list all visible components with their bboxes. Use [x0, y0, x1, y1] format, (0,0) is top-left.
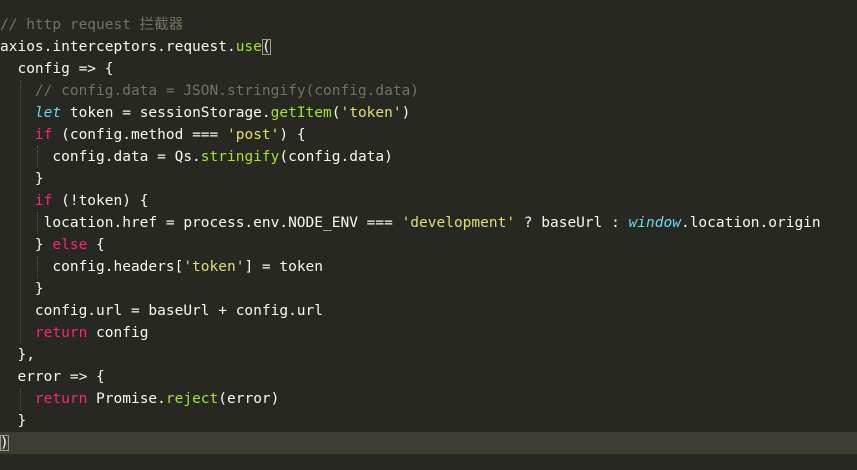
code-line[interactable]: config => { — [0, 58, 857, 80]
code-token-text: config — [87, 325, 149, 341]
code-token-text: location.href = process.env.NODE_ENV === — [0, 215, 402, 231]
code-token-fn: reject — [165, 391, 219, 407]
code-token-text: } — [0, 281, 44, 297]
code-line[interactable]: config.data = Qs.stringify(config.data) — [0, 146, 857, 168]
code-token-text: Promise. — [87, 391, 166, 407]
code-line[interactable]: let token = sessionStorage.getItem('toke… — [0, 102, 857, 124]
code-line[interactable]: }, — [0, 344, 857, 366]
code-token-keyword: else — [52, 237, 88, 253]
code-line[interactable]: error => { — [0, 366, 857, 388]
code-line[interactable]: axios.interceptors.request.use( — [0, 36, 857, 58]
code-token-text: ) — [401, 105, 411, 121]
code-token-keyword: if — [34, 193, 53, 209]
code-token-bracket: ( — [261, 39, 271, 55]
code-token-text: config.headers[ — [0, 259, 184, 275]
code-token-text: (config.method === — [52, 127, 227, 143]
code-line[interactable]: } — [0, 168, 857, 190]
code-line[interactable]: location.href = process.env.NODE_ENV ===… — [0, 212, 857, 234]
code-line-active[interactable]: ) — [0, 432, 857, 454]
code-token-text: axios.interceptors.request. — [0, 39, 236, 55]
indent-guide — [36, 256, 38, 278]
code-token-fn: stringify — [200, 149, 280, 165]
code-line[interactable]: config.headers['token'] = token — [0, 256, 857, 278]
code-token-text: config.url = baseUrl + config.url — [0, 303, 324, 319]
code-line[interactable]: if (!token) { — [0, 190, 857, 212]
code-token-text: (error) — [218, 391, 280, 407]
code-token-text: config.data = Qs. — [0, 149, 201, 165]
code-line[interactable]: return config — [0, 322, 857, 344]
code-token-fn: getItem — [270, 105, 332, 121]
code-line[interactable]: } else { — [0, 234, 857, 256]
code-line[interactable]: } — [0, 410, 857, 432]
code-line[interactable]: return Promise.reject(error) — [0, 388, 857, 410]
code-line[interactable]: config.url = baseUrl + config.url — [0, 300, 857, 322]
code-token-text: config => { — [0, 61, 114, 77]
code-token-text: ) { — [279, 127, 306, 143]
code-token-text: (!token) { — [52, 193, 149, 209]
code-line[interactable]: if (config.method === 'post') { — [0, 124, 857, 146]
code-token-string: 'token' — [183, 259, 245, 275]
code-line[interactable]: } — [0, 278, 857, 300]
code-editor[interactable]: // http request 拦截器 axios.interceptors.re… — [0, 14, 857, 470]
code-token-text: (config.data) — [279, 149, 393, 165]
code-token-text: } — [0, 413, 27, 429]
code-token-string: 'token' — [340, 105, 402, 121]
code-token-italic: window — [628, 215, 681, 231]
code-token-comment: // http request 拦截器 — [0, 17, 184, 33]
code-token-text: .location.origin — [680, 215, 821, 231]
code-token-keyword: return — [34, 391, 88, 407]
indent-guide — [19, 388, 21, 410]
code-token-text: } — [0, 237, 53, 253]
code-token-string: 'development' — [401, 215, 516, 231]
code-token-italic: let — [34, 105, 62, 121]
code-token-text: } — [0, 171, 44, 187]
code-token-bracket: ) — [0, 435, 9, 451]
code-token-text: error => { — [0, 369, 105, 385]
code-line[interactable]: // config.data = JSON.stringify(config.d… — [0, 80, 857, 102]
code-token-keyword: return — [34, 325, 88, 341]
indent-guide — [19, 80, 21, 344]
code-token-comment: // config.data = JSON.stringify(config.d… — [34, 83, 420, 99]
code-token-text: ] = token — [244, 259, 324, 275]
code-line[interactable]: // http request 拦截器 — [0, 14, 857, 36]
code-token-text: }, — [0, 347, 35, 363]
indent-guide — [36, 146, 38, 168]
code-token-keyword: if — [34, 127, 53, 143]
code-token-string: 'post' — [227, 127, 280, 143]
code-token-text: ? baseUrl : — [515, 215, 629, 231]
indent-guide — [36, 212, 38, 234]
code-token-fn: use — [235, 39, 262, 55]
code-token-text: token = sessionStorage. — [61, 105, 271, 121]
code-token-text: { — [87, 237, 105, 253]
